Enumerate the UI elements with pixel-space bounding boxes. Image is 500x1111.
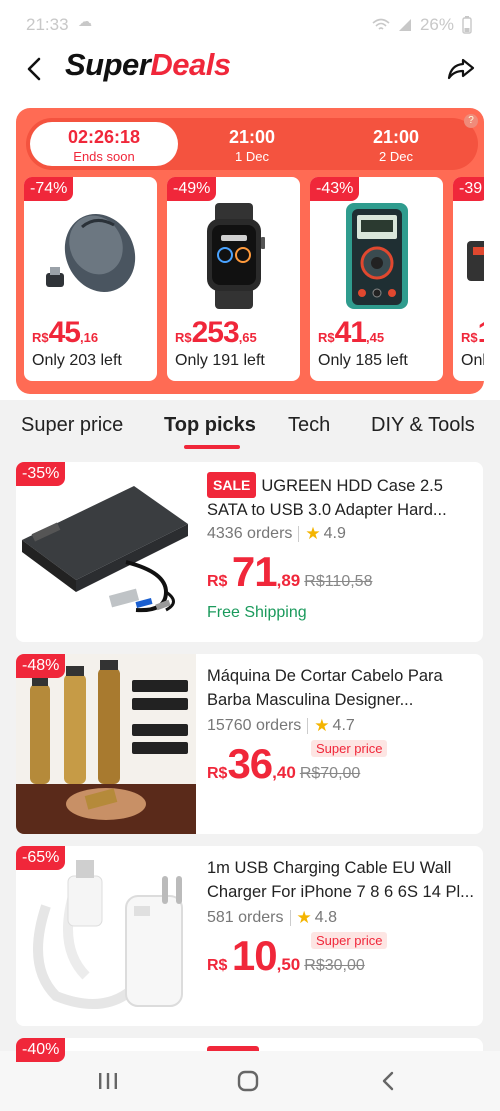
share-icon (447, 58, 475, 80)
discount-badge: -39 (453, 177, 484, 201)
help-icon[interactable]: ? (464, 114, 478, 128)
back-button[interactable] (18, 52, 52, 86)
deal-price: R$1 (461, 316, 484, 349)
old-price: R$110,58 (304, 573, 373, 590)
wifi-icon (372, 18, 390, 30)
product-card[interactable]: -35% SALE UGREEN HDD Case 2.5 SATA to USB… (16, 462, 483, 642)
deal-price: R$253,65 (175, 316, 257, 349)
orders-count: 4336 orders (207, 525, 293, 542)
product-card[interactable]: -65% 1m USB Charging Cable EU Wall Charg… (16, 846, 483, 1026)
discount-badge: -40% (16, 1038, 66, 1062)
chevron-left-icon (382, 1071, 394, 1091)
time-slot-current[interactable]: 02:26:18 Ends soon (30, 122, 178, 166)
usb-charger-image (16, 846, 196, 1026)
recent-apps-icon (99, 1073, 117, 1089)
stock-left: Onl (461, 352, 484, 369)
old-price: R$30,00 (304, 957, 365, 974)
old-price: R$70,00 (299, 765, 361, 782)
star-icon: ★ (305, 524, 321, 543)
tab-top-picks[interactable]: Top picks (164, 414, 256, 437)
deal-card[interactable]: -74% R$45,16 Only 203 left (24, 177, 157, 381)
deal-card[interactable]: -49% R$253,65 Only 191 left (167, 177, 300, 381)
stock-left: Only 191 left (175, 352, 265, 369)
system-nav-bar (0, 1051, 500, 1111)
orders-count: 581 orders (207, 909, 284, 926)
hdd-case-image (16, 462, 196, 642)
rating: 4.7 (332, 717, 355, 734)
active-tab-indicator (184, 445, 240, 449)
star-icon: ★ (314, 716, 330, 735)
product-icon (467, 241, 484, 281)
discount-badge: -74% (24, 177, 74, 201)
tab-super-price[interactable]: Super price (21, 414, 123, 437)
chevron-left-icon (27, 57, 41, 81)
deal-price: R$45,16 (32, 316, 99, 349)
home-button[interactable] (233, 1069, 263, 1093)
discount-badge: -65% (16, 846, 66, 870)
page-title: SuperDeals (65, 47, 231, 82)
home-icon (237, 1070, 259, 1092)
tab-diy-tools[interactable]: DIY & Tools (371, 414, 475, 437)
free-shipping-label: Free Shipping (207, 604, 307, 621)
product-card[interactable]: -48% Máquina De Cortar Cabelo Para Barba… (16, 654, 483, 834)
discount-badge: -48% (16, 654, 66, 678)
time-slot-1-dec[interactable]: 21:00 1 Dec (178, 122, 326, 166)
discount-badge: -49% (167, 177, 217, 201)
wireless-mouse-icon (46, 214, 136, 292)
rating: 4.8 (314, 909, 337, 926)
multimeter-icon (346, 203, 408, 309)
hair-clipper-image (16, 654, 196, 834)
smartwatch-icon (207, 203, 265, 309)
deal-time-selector: 02:26:18 Ends soon 21:00 1 Dec 21:00 2 D… (26, 118, 478, 170)
deal-card[interactable]: -43% R$41,45 Only 185 left (310, 177, 443, 381)
cloud-icon: ☁ (78, 13, 92, 29)
time-slot-2-dec[interactable]: 21:00 2 Dec (322, 122, 470, 166)
deal-price: R$41,45 (318, 316, 385, 349)
product-price: R$36,40 R$70,00 (207, 740, 361, 787)
category-tabs: Super price Top picks Tech DIY & Tools (0, 400, 500, 452)
discount-badge: -35% (16, 462, 66, 486)
deal-card[interactable]: -39 R$1 Onl (453, 177, 484, 381)
orders-count: 15760 orders (207, 717, 302, 734)
discount-badge: -43% (310, 177, 360, 201)
product-price: R$ 10,50 R$30,00 (207, 932, 365, 979)
star-icon: ★ (296, 908, 312, 927)
product-price: R$ 71,89 R$110,58 (207, 548, 373, 595)
product-title: 1m USB Charging Cable EU Wall Charger Fo… (207, 859, 474, 901)
status-bar: 21:33 ☁ 26% (0, 0, 500, 40)
tab-tech[interactable]: Tech (288, 414, 330, 437)
rating: 4.9 (323, 525, 346, 542)
battery-icon (462, 16, 472, 34)
product-title: SALE UGREEN HDD Case 2.5 SATA to USB 3.0 … (207, 472, 477, 520)
countdown-timer: 02:26:18 (67, 127, 141, 147)
flash-deals-panel: 02:26:18 Ends soon 21:00 1 Dec 21:00 2 D… (16, 108, 484, 394)
stock-left: Only 203 left (32, 352, 122, 369)
app-header: SuperDeals (0, 40, 500, 100)
status-time: 21:33 (26, 15, 69, 34)
stock-left: Only 185 left (318, 352, 408, 369)
product-title: Máquina De Cortar Cabelo Para Barba Masc… (207, 667, 443, 709)
recent-apps-button[interactable] (93, 1069, 123, 1093)
battery-text: 26% (419, 15, 454, 34)
system-back-button[interactable] (373, 1069, 403, 1093)
share-button[interactable] (444, 52, 478, 86)
signal-icon (398, 19, 411, 31)
sale-tag: SALE (207, 472, 257, 498)
